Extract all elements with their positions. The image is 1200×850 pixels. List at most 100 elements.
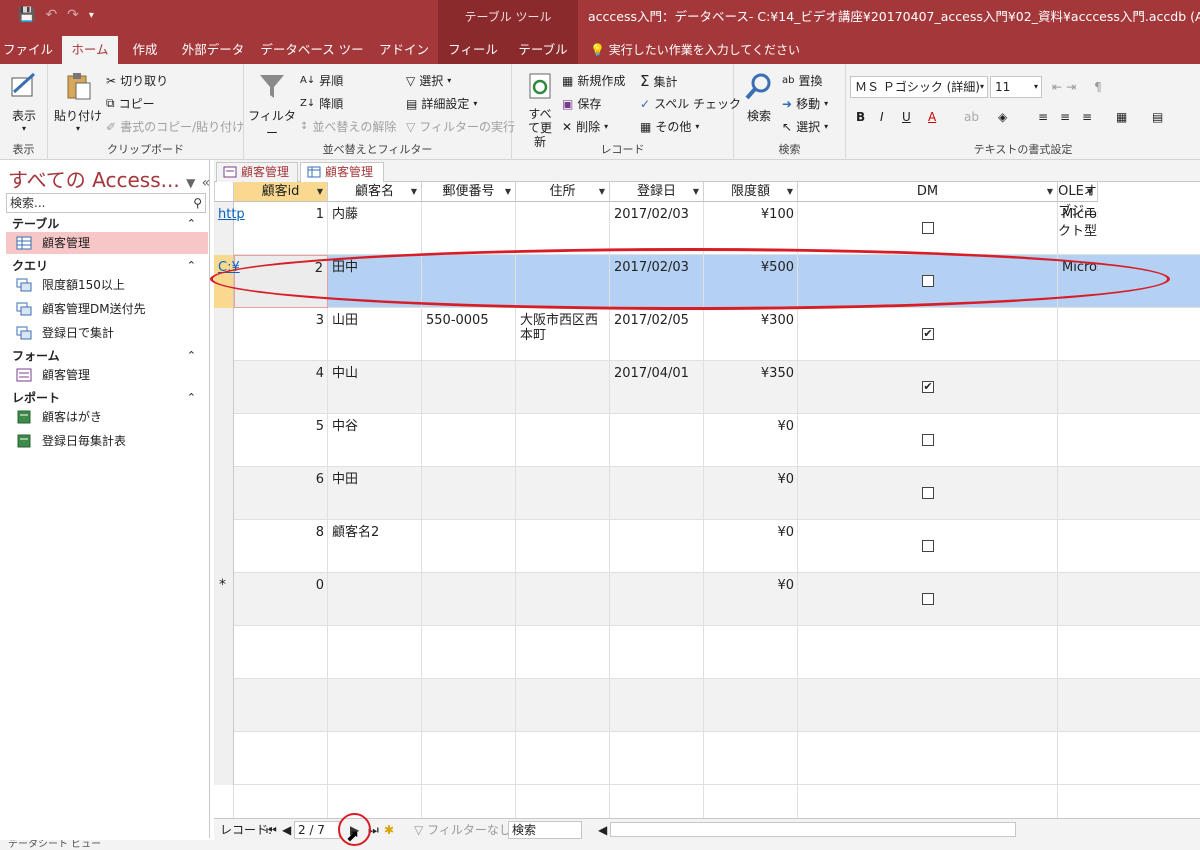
- select-button[interactable]: ↖ 選択 ▾: [782, 118, 828, 135]
- replace-button[interactable]: ab 置換: [782, 72, 823, 89]
- redo-icon[interactable]: ↷: [67, 7, 79, 23]
- nav-section-forms[interactable]: フォーム ⌃: [0, 346, 208, 366]
- collapse-pane-icon[interactable]: «: [202, 175, 211, 191]
- fill-color-button[interactable]: ◈: [998, 110, 1007, 124]
- column-dropdown-icon[interactable]: ▼: [1047, 182, 1053, 202]
- align-left-button[interactable]: ≡: [1038, 110, 1048, 124]
- cell-link[interactable]: [214, 467, 222, 520]
- cell-link[interactable]: [214, 308, 222, 361]
- advanced-filter-button[interactable]: ▤ 詳細設定 ▾: [406, 95, 477, 112]
- cell-zip[interactable]: [422, 573, 516, 626]
- cell-date[interactable]: 2017/02/03: [610, 202, 704, 255]
- cell-name[interactable]: 顧客名2: [328, 520, 422, 573]
- cell-zip[interactable]: [422, 255, 516, 308]
- bold-button[interactable]: B: [856, 110, 865, 124]
- alt-row-color-button[interactable]: ▤: [1152, 110, 1163, 124]
- dm-checkbox[interactable]: [922, 487, 934, 499]
- column-header-name[interactable]: 顧客名 ▼: [328, 182, 422, 202]
- sort-ascending-button[interactable]: A↓ 昇順: [300, 72, 343, 89]
- scroll-left-icon[interactable]: ◀: [598, 822, 607, 838]
- save-icon[interactable]: 💾: [18, 7, 35, 23]
- cell-zip[interactable]: 550-0005: [422, 308, 516, 361]
- copy-button[interactable]: ⧉ コピー: [106, 95, 155, 112]
- cell-date[interactable]: [610, 414, 704, 467]
- italic-button[interactable]: I: [880, 110, 884, 124]
- cell-link[interactable]: [214, 573, 222, 626]
- dm-checkbox[interactable]: ✔: [922, 328, 934, 340]
- filter-button[interactable]: フィルター: [246, 70, 298, 141]
- column-dropdown-icon[interactable]: ▼: [411, 182, 417, 202]
- cell-limit[interactable]: ¥0: [704, 467, 798, 520]
- nav-section-reports[interactable]: レポート ⌃: [0, 388, 208, 408]
- refresh-all-button[interactable]: すべて更新: [516, 70, 564, 149]
- cell-addr[interactable]: [516, 467, 610, 520]
- cell-link[interactable]: http: [214, 202, 249, 255]
- new-record-nav-icon[interactable]: ✱: [384, 822, 394, 838]
- dm-checkbox[interactable]: [922, 434, 934, 446]
- spelling-button[interactable]: ✓ スペル チェック: [640, 95, 741, 112]
- cell-ole[interactable]: [1058, 520, 1098, 573]
- doc-tab-form[interactable]: 顧客管理: [216, 162, 298, 182]
- cell-limit[interactable]: ¥0: [704, 414, 798, 467]
- cell-addr[interactable]: [516, 520, 610, 573]
- cell-id[interactable]: 5: [234, 414, 328, 467]
- cell-limit[interactable]: ¥0: [704, 520, 798, 573]
- dm-checkbox[interactable]: [922, 540, 934, 552]
- cell-id[interactable]: 8: [234, 520, 328, 573]
- cell-date[interactable]: 2017/02/05: [610, 308, 704, 361]
- cell-date[interactable]: 2017/04/01: [610, 361, 704, 414]
- cell-ole[interactable]: Microsoft Excel Workshee: [1058, 255, 1098, 308]
- align-center-button[interactable]: ≡: [1060, 110, 1070, 124]
- underline-button[interactable]: U: [902, 110, 911, 124]
- column-header-dm[interactable]: DM ▼: [798, 182, 1058, 202]
- column-dropdown-icon[interactable]: ▼: [787, 182, 793, 202]
- column-header-id[interactable]: 顧客id ▼: [234, 182, 328, 202]
- horizontal-scrollbar[interactable]: [610, 822, 1016, 837]
- nav-item-report-postcard[interactable]: 顧客はがき: [6, 406, 208, 428]
- nav-pane-title[interactable]: すべての Access... ▼ «: [8, 164, 210, 193]
- cell-link[interactable]: [214, 414, 222, 467]
- nav-item-query-dm[interactable]: 顧客管理DM送付先: [6, 298, 208, 320]
- dm-checkbox[interactable]: [922, 275, 934, 287]
- cell-date[interactable]: [610, 520, 704, 573]
- nav-search-input[interactable]: 検索... ⚲: [6, 193, 206, 213]
- nav-item-form-customer[interactable]: 顧客管理: [6, 364, 208, 386]
- record-search-input[interactable]: 検索: [508, 821, 582, 839]
- toggle-filter-button[interactable]: ▽ フィルターの実行: [406, 118, 515, 135]
- cell-addr[interactable]: 大阪市西区西本町: [516, 308, 610, 361]
- remove-sort-button[interactable]: ↕ 並べ替えの解除: [300, 118, 396, 135]
- cell-zip[interactable]: [422, 520, 516, 573]
- cell-addr[interactable]: [516, 414, 610, 467]
- cell-zip[interactable]: [422, 467, 516, 520]
- format-painter-button[interactable]: ✐ 書式のコピー/貼り付け: [106, 118, 244, 135]
- cell-name[interactable]: [328, 573, 422, 626]
- nav-item-table-customer[interactable]: 顧客管理: [6, 232, 208, 254]
- column-dropdown-icon[interactable]: ▼: [693, 182, 699, 202]
- new-record-button[interactable]: ▦ 新規作成: [562, 72, 625, 89]
- tab-external-data[interactable]: 外部データ: [176, 36, 250, 64]
- cell-addr[interactable]: [516, 573, 610, 626]
- font-name-select[interactable]: ＭＳ Ｐゴシック (詳細) ▾: [850, 76, 988, 98]
- tab-file[interactable]: ファイル: [0, 36, 56, 64]
- tab-fields[interactable]: フィールド: [442, 36, 504, 85]
- cell-link[interactable]: [214, 520, 222, 573]
- cell-zip[interactable]: [422, 361, 516, 414]
- tab-home[interactable]: ホーム: [62, 36, 118, 64]
- nav-item-report-by-date[interactable]: 登録日毎集計表: [6, 430, 208, 452]
- cell-limit[interactable]: ¥300: [704, 308, 798, 361]
- cell-name[interactable]: 山田: [328, 308, 422, 361]
- cell-zip[interactable]: [422, 414, 516, 467]
- row-selector[interactable]: [214, 679, 234, 732]
- cell-limit[interactable]: ¥500: [704, 255, 798, 308]
- tab-create[interactable]: 作成: [122, 36, 168, 64]
- find-button[interactable]: 検索: [736, 70, 782, 124]
- paste-button[interactable]: 貼り付け ▾: [52, 70, 104, 133]
- delete-record-button[interactable]: ✕ 削除 ▾: [562, 118, 608, 135]
- align-right-button[interactable]: ≡: [1082, 110, 1092, 124]
- nav-item-query-limit150[interactable]: 限度額150以上: [6, 274, 208, 296]
- tell-me-search[interactable]: 💡 実行したい作業を入力してください: [590, 36, 800, 64]
- cell-link[interactable]: [214, 361, 222, 414]
- row-selector[interactable]: [214, 732, 234, 785]
- nav-section-queries[interactable]: クエリ ⌃: [0, 256, 208, 276]
- cell-name[interactable]: 中田: [328, 467, 422, 520]
